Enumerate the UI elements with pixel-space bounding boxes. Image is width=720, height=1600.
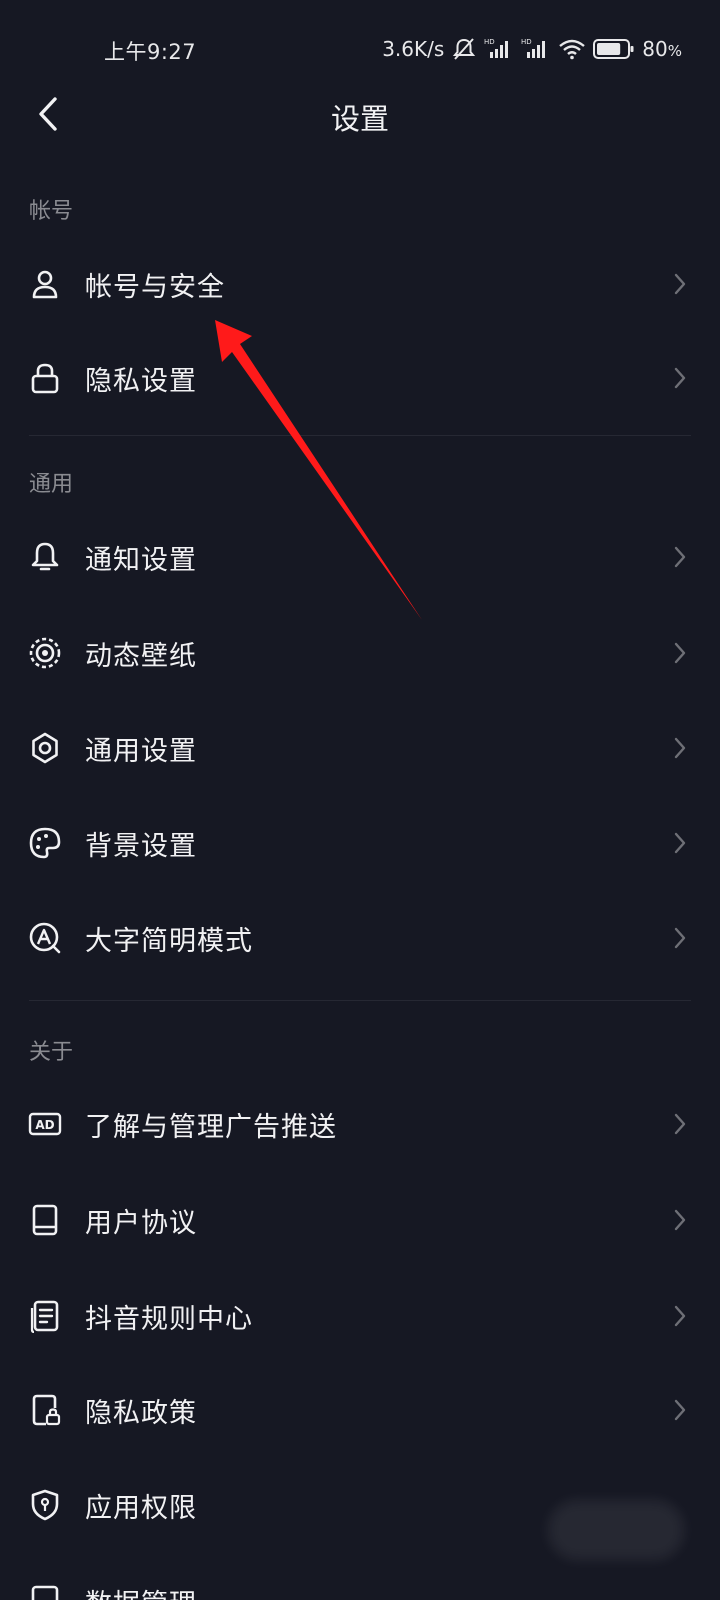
chevron-right-icon (672, 1208, 688, 1232)
settings-item-label: 了解与管理广告推送 (85, 1112, 337, 1143)
svg-text:HD: HD (484, 38, 495, 46)
gear-icon (28, 731, 62, 765)
battery-percent-unit: % (667, 42, 682, 60)
settings-item-general-settings[interactable]: 通用设置 (0, 700, 720, 794)
watermark (548, 1500, 684, 1560)
chevron-right-icon (672, 366, 688, 390)
settings-item-rules-center[interactable]: 抖音规则中心 (0, 1268, 720, 1362)
network-speed: 3.6K/s (382, 37, 445, 61)
battery-fill (597, 43, 621, 55)
settings-item-label: 通用设置 (85, 736, 197, 767)
settings-item-label: 通知设置 (85, 545, 197, 576)
settings-item-label: 用户协议 (85, 1208, 197, 1239)
settings-item-notification-settings[interactable]: 通知设置 (0, 509, 720, 603)
mute-icon (451, 37, 477, 61)
settings-item-large-text-mode[interactable]: 大字简明模式 (0, 890, 720, 984)
settings-item-ad-management[interactable]: AD 了解与管理广告推送 (0, 1076, 720, 1170)
palette-icon (28, 826, 62, 860)
title-bar: 设置 (0, 72, 720, 160)
chevron-right-icon (672, 545, 688, 569)
bell-icon (28, 540, 62, 574)
svg-text:AD: AD (35, 1118, 54, 1132)
user-icon (28, 267, 62, 301)
privacy-document-icon (28, 1393, 62, 1427)
data-icon (28, 1584, 62, 1600)
settings-item-label: 隐私设置 (85, 366, 197, 397)
settings-item-label: 动态壁纸 (85, 641, 197, 672)
section-header-about: 关于 (29, 1040, 74, 1065)
book-icon (28, 1203, 62, 1237)
settings-item-label: 抖音规则中心 (85, 1304, 253, 1335)
status-time: 上午9:27 (104, 40, 197, 64)
settings-item-privacy-settings[interactable]: 隐私设置 (0, 330, 720, 424)
settings-item-label: 大字简明模式 (85, 926, 253, 957)
shield-icon (28, 1488, 62, 1522)
chevron-right-icon (672, 641, 688, 665)
chevron-right-icon (672, 1304, 688, 1328)
ad-icon: AD (28, 1107, 62, 1141)
settings-item-label: 应用权限 (85, 1493, 197, 1524)
large-text-icon (28, 921, 62, 955)
chevron-right-icon (672, 831, 688, 855)
settings-item-label: 隐私政策 (85, 1398, 197, 1429)
signal-hd-icon: HD (484, 37, 514, 61)
battery-icon (593, 38, 635, 60)
settings-item-user-agreement[interactable]: 用户协议 (0, 1172, 720, 1266)
settings-item-label: 背景设置 (85, 831, 197, 862)
page-title: 设置 (330, 102, 389, 136)
chevron-right-icon (672, 1112, 688, 1136)
section-divider (29, 435, 691, 436)
section-header-account: 帐号 (29, 199, 74, 224)
rules-document-icon (28, 1299, 62, 1333)
lock-icon (28, 361, 62, 395)
settings-item-live-wallpaper[interactable]: 动态壁纸 (0, 605, 720, 699)
wifi-icon (558, 38, 586, 60)
battery-percent: 80% (642, 37, 682, 61)
chevron-right-icon (672, 926, 688, 950)
chevron-right-icon (672, 272, 688, 296)
chevron-right-icon (672, 1398, 688, 1422)
battery-percent-value: 80 (642, 37, 668, 61)
settings-item-account-security[interactable]: 帐号与安全 (0, 236, 720, 330)
settings-item-data-management[interactable]: 数据管理 (0, 1553, 720, 1600)
settings-item-privacy-policy[interactable]: 隐私政策 (0, 1362, 720, 1456)
signal-hd-icon: HD (521, 37, 551, 61)
status-indicators: 3.6K/s HD HD 80% (382, 34, 682, 64)
svg-text:HD: HD (521, 38, 532, 46)
settings-item-label: 帐号与安全 (85, 272, 225, 303)
settings-item-label: 数据管理 (85, 1582, 197, 1600)
chevron-right-icon (672, 736, 688, 760)
live-wallpaper-icon (28, 636, 62, 670)
settings-item-background-settings[interactable]: 背景设置 (0, 795, 720, 889)
section-header-general: 通用 (29, 472, 74, 497)
section-divider (29, 1000, 691, 1001)
